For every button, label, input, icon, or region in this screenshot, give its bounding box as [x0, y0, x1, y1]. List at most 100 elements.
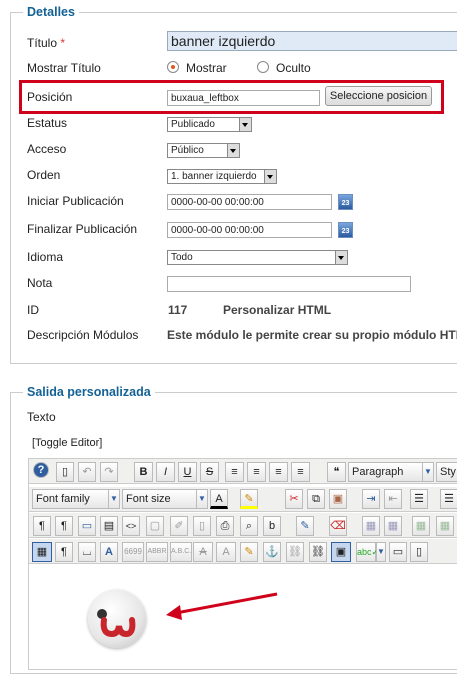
copy-icon[interactable]: ⧉	[307, 489, 325, 509]
template-icon[interactable]: ▤	[100, 516, 118, 536]
text-color-icon[interactable]: A	[210, 489, 228, 509]
font-family-select[interactable]: Font family	[32, 489, 117, 509]
attributes-icon[interactable]: ✎	[240, 542, 258, 562]
document-icon[interactable]: ▯	[193, 516, 211, 536]
remove-format-icon[interactable]: ⌫	[329, 516, 347, 536]
note-input[interactable]	[167, 276, 411, 292]
align-right-icon[interactable]: ≡	[291, 462, 310, 482]
ltr-icon[interactable]: ¶	[33, 516, 51, 536]
language-select[interactable]: Todo	[167, 250, 348, 265]
justify-full-icon[interactable]: ≡	[225, 462, 244, 482]
access-select-value: Público	[171, 145, 204, 156]
styles-icon[interactable]: A	[100, 542, 118, 562]
order-select-value: 1. banner izquierdo	[171, 171, 257, 182]
chevron-down-icon[interactable]: ▼	[422, 462, 434, 482]
chevron-down-icon	[335, 251, 347, 264]
start-publishing-input[interactable]: 0000-00-00 00:00:00	[167, 194, 332, 210]
paragraph-select[interactable]: Paragraph	[348, 462, 432, 482]
order-select[interactable]: 1. banner izquierdo	[167, 169, 277, 184]
outdent-icon[interactable]: ⇤	[384, 489, 402, 509]
show-title-label: Mostrar Título	[27, 61, 101, 75]
code-icon[interactable]: <>	[122, 516, 140, 536]
print-icon[interactable]: ⎙	[216, 516, 234, 536]
font-family-select-value: Font family	[36, 493, 90, 505]
font-size-select[interactable]: Font size	[122, 489, 204, 509]
align-center-icon[interactable]: ≡	[247, 462, 266, 482]
undo-icon[interactable]: ↶	[78, 462, 96, 482]
chevron-down-icon[interactable]: ▼	[108, 489, 120, 509]
description-label: Descripción Módulos	[27, 328, 139, 342]
help-icon[interactable]: ?	[33, 462, 49, 478]
visual-aid-icon[interactable]: ▦	[32, 542, 52, 562]
access-label: Acceso	[27, 142, 67, 156]
id-value: 117	[168, 303, 188, 317]
chevron-down-icon[interactable]: ▼	[196, 489, 208, 509]
highlight-color-icon[interactable]: ✎	[240, 489, 258, 509]
style-select[interactable]: Sty	[436, 462, 457, 482]
indent-icon[interactable]: ⇥	[362, 489, 380, 509]
hide-radio[interactable]	[257, 61, 269, 73]
table-col-icon[interactable]: ▦	[412, 516, 430, 536]
calendar-icon[interactable]: 23	[338, 194, 353, 210]
start-publishing-label: Iniciar Publicación	[27, 194, 124, 208]
hide-radio-label: Oculto	[276, 61, 311, 75]
acronym-icon[interactable]: A.B.C.	[170, 542, 192, 562]
pilcrow-icon[interactable]: ¶	[55, 542, 73, 562]
deletion-icon[interactable]: A	[193, 542, 213, 562]
status-select[interactable]: Publicado	[167, 117, 252, 132]
language-select-value: Todo	[171, 252, 193, 263]
horizontal-rule-icon[interactable]: ▭	[389, 542, 407, 562]
new-document-icon[interactable]: ▯	[56, 462, 74, 482]
insertion-icon[interactable]: A	[216, 542, 236, 562]
blockquote-icon[interactable]: ❝	[327, 462, 346, 482]
find-icon[interactable]: ⌕	[240, 516, 258, 536]
select-position-button[interactable]: Seleccione posicion	[325, 86, 432, 106]
paragraph-select-value: Paragraph	[352, 466, 404, 478]
quote-icon[interactable]: 6699	[122, 542, 144, 562]
nonbreaking-icon[interactable]: ⌴	[78, 542, 96, 562]
show-radio-label: Mostrar	[186, 61, 227, 75]
toggle-editor-link[interactable]: [Toggle Editor]	[32, 437, 102, 449]
redo-icon[interactable]: ↷	[100, 462, 118, 482]
ordered-list-icon[interactable]: ☰	[410, 489, 428, 509]
paste-icon[interactable]: ▣	[329, 489, 347, 509]
fullscreen-icon[interactable]: ▭	[78, 516, 96, 536]
chevron-down-icon[interactable]: ▼	[376, 542, 386, 562]
table-cell-icon[interactable]: ▦	[436, 516, 454, 536]
rtl-icon[interactable]: ¶	[55, 516, 73, 536]
anchor-icon[interactable]: ⚓	[263, 542, 281, 562]
unlink-icon[interactable]: ⛓	[286, 542, 304, 562]
show-radio[interactable]	[167, 61, 179, 73]
align-left-icon[interactable]: ≡	[269, 462, 288, 482]
access-select[interactable]: Público	[167, 143, 240, 158]
calendar-icon[interactable]: 23	[338, 222, 353, 238]
chevron-down-icon	[239, 118, 251, 131]
cut-icon[interactable]: ✂	[285, 489, 303, 509]
insert-edit-icon[interactable]: ✎	[296, 516, 314, 536]
style-select-value: Sty	[440, 466, 456, 478]
table-row-icon[interactable]: ▦	[384, 516, 402, 536]
insert-layer-icon[interactable]: ▢	[146, 516, 164, 536]
status-select-value: Publicado	[171, 119, 215, 130]
italic-button[interactable]: I	[156, 462, 175, 482]
unordered-list-icon[interactable]: ☰	[440, 489, 457, 509]
blank-icon[interactable]: ▯	[410, 542, 428, 562]
spellcheck-icon[interactable]: abc✓	[356, 542, 379, 562]
table-icon[interactable]: ▦	[362, 516, 380, 536]
underline-button[interactable]: U	[178, 462, 197, 482]
language-label: Idioma	[27, 250, 64, 264]
module-logo-image[interactable]	[88, 590, 146, 648]
image-icon[interactable]: ▣	[331, 542, 351, 562]
link-icon[interactable]: ⛓	[309, 542, 327, 562]
finish-publishing-input[interactable]: 0000-00-00 00:00:00	[167, 222, 332, 238]
abbr-icon[interactable]: ABBR	[146, 542, 168, 562]
title-input[interactable]: banner izquierdo	[167, 31, 457, 51]
status-label: Estatus	[27, 116, 68, 130]
note-label: Nota	[27, 276, 53, 290]
strikethrough-button[interactable]: S	[200, 462, 219, 482]
bold-button[interactable]: B	[134, 462, 153, 482]
edit-layer-icon[interactable]: ✐	[170, 516, 188, 536]
subscript-icon[interactable]: b	[263, 516, 281, 536]
position-input[interactable]: buxaua_leftbox	[167, 90, 320, 106]
logo-glyph-icon	[97, 609, 136, 638]
